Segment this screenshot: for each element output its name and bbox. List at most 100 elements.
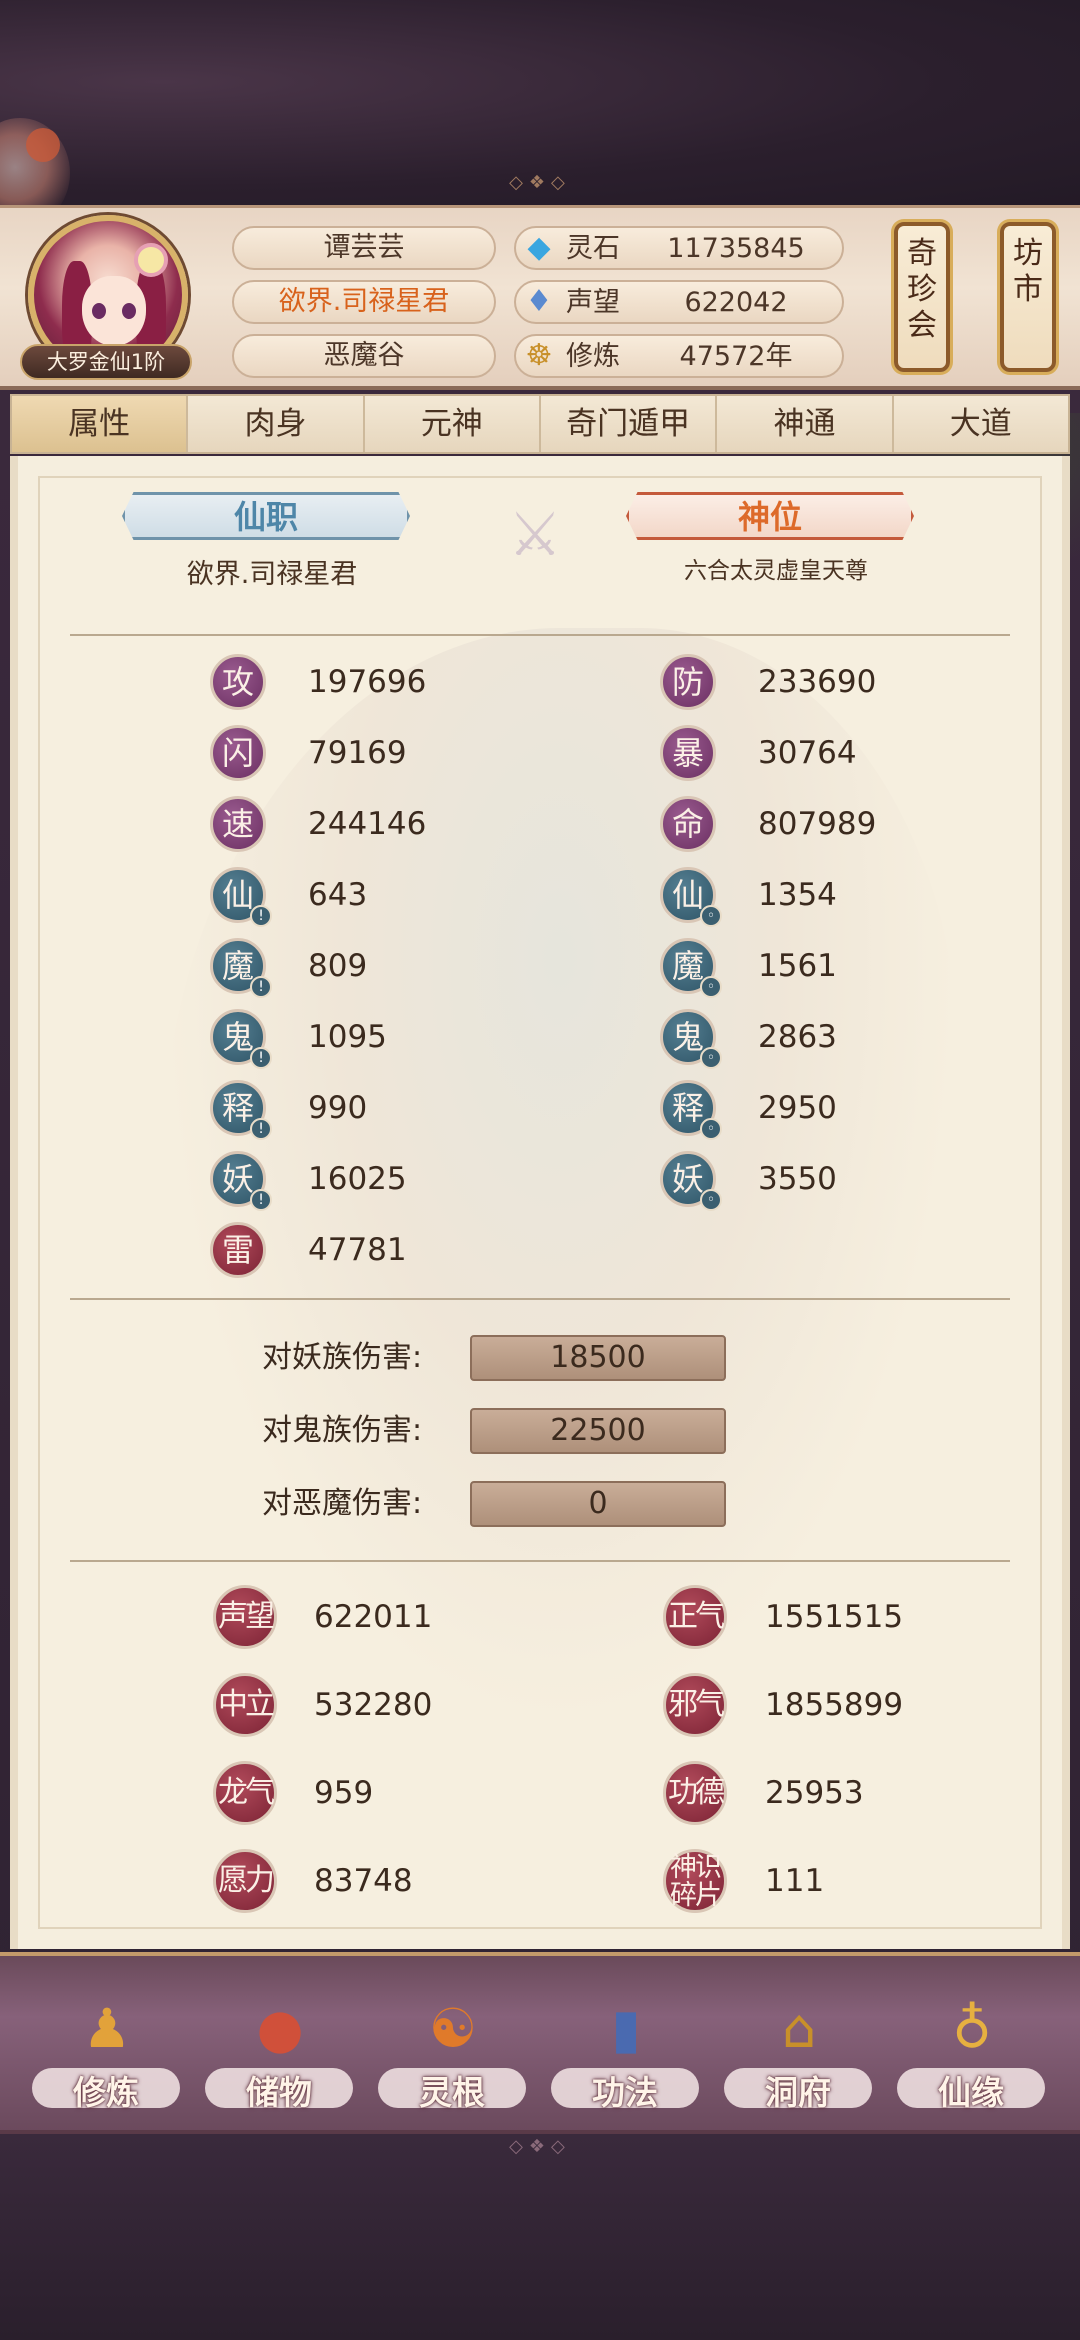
- nav-cultivate[interactable]: ♟ 修炼: [26, 1980, 186, 2130]
- stat-badge-left: 闪: [210, 725, 266, 781]
- floating-menu-dot: [26, 128, 60, 162]
- prestige-icon: ♦: [525, 284, 553, 319]
- player-title: 欲界.司禄星君: [232, 280, 496, 324]
- divider: [70, 1560, 1010, 1562]
- reputation-badge-left: 声望: [213, 1585, 277, 1649]
- reputation-value-left: 532280: [314, 1687, 433, 1723]
- attack-marker-icon: !: [250, 905, 272, 927]
- attributes-panel: [10, 456, 1070, 1949]
- defense-marker-icon: ◦: [700, 1047, 722, 1069]
- defense-marker-icon: ◦: [700, 1118, 722, 1140]
- damage-value-devil: 0: [470, 1481, 726, 1527]
- nav-cave[interactable]: ⌂ 洞府: [718, 1980, 878, 2130]
- tab-abilities[interactable]: 神通: [717, 396, 894, 452]
- reputation-value-right: 25953: [765, 1775, 864, 1811]
- reputation-badge-right: 正气: [663, 1585, 727, 1649]
- defense-marker-icon: ◦: [700, 1189, 722, 1211]
- stat-value-left: 47781: [308, 1232, 407, 1268]
- market-button[interactable]: 坊市: [1000, 222, 1056, 372]
- stat-badge-left: 速: [210, 796, 266, 852]
- damage-label-demon-race: 对妖族伤害:: [262, 1340, 423, 1375]
- damage-label-devil: 对恶魔伤害:: [262, 1486, 423, 1521]
- reputation-value-left: 622011: [314, 1599, 433, 1635]
- attack-marker-icon: !: [250, 1118, 272, 1140]
- cave-dwelling-icon: ⌂: [781, 1997, 817, 2060]
- stat-badge-right: 命: [660, 796, 716, 852]
- resource-cultivation: ☸ 修炼 47572年: [514, 334, 844, 378]
- hair-flower-icon: [134, 243, 168, 277]
- stat-value-left: 79169: [308, 735, 407, 771]
- nav-storage[interactable]: ● 储物: [199, 1980, 359, 2130]
- divider: [70, 1298, 1010, 1300]
- stat-value-left: 16025: [308, 1161, 407, 1197]
- spirit-stone-icon: ◆: [527, 230, 551, 265]
- reputation-value-left: 959: [314, 1775, 374, 1811]
- stat-badge-right: 防: [660, 654, 716, 710]
- bottom-ornament: ◇❖◇: [509, 2136, 571, 2157]
- immortal-post-banner: 仙职: [122, 492, 410, 540]
- stat-badge-left: 雷: [210, 1222, 266, 1278]
- tab-body[interactable]: 肉身: [188, 396, 365, 452]
- reputation-badge-right: 邪气: [663, 1673, 727, 1737]
- tab-spirit[interactable]: 元神: [365, 396, 541, 452]
- tab-qimen[interactable]: 奇门遁甲: [541, 396, 718, 452]
- reputation-badge-right: 神识碎片: [663, 1849, 727, 1913]
- attack-marker-icon: !: [250, 1047, 272, 1069]
- stat-value-left: 197696: [308, 664, 427, 700]
- nav-fate[interactable]: ♁ 仙缘: [891, 1980, 1051, 2130]
- treasure-fair-button[interactable]: 奇珍会: [894, 222, 950, 372]
- storage-bag-icon: ●: [256, 1997, 304, 2060]
- stat-value-right: 807989: [758, 806, 877, 842]
- damage-label-ghost-race: 对鬼族伤害:: [262, 1413, 423, 1448]
- damage-value-ghost-race: 22500: [470, 1408, 726, 1454]
- stat-value-right: 30764: [758, 735, 857, 771]
- stat-value-left: 244146: [308, 806, 427, 842]
- damage-value-demon-race: 18500: [470, 1335, 726, 1381]
- player-sect: 恶魔谷: [232, 334, 496, 378]
- stat-badge-right: 暴: [660, 725, 716, 781]
- reputation-value-left: 83748: [314, 1863, 413, 1899]
- header-ornament: ◇❖◇: [509, 172, 571, 193]
- defense-marker-icon: ◦: [700, 905, 722, 927]
- tab-bar: 属性 肉身 元神 奇门遁甲 神通 大道: [10, 394, 1070, 454]
- crossed-swords-icon: ⚔: [508, 500, 562, 570]
- bottom-backdrop: [0, 2134, 1080, 2340]
- resource-spirit-stone: ◆ 灵石 11735845: [514, 226, 844, 270]
- immortal-post-value: 欲界.司禄星君: [186, 559, 358, 590]
- attack-marker-icon: !: [250, 1189, 272, 1211]
- nav-technique[interactable]: ▮ 功法: [545, 1980, 705, 2130]
- nav-spirit-root[interactable]: ☯ 灵根: [372, 1980, 532, 2130]
- stat-badge-left: 攻: [210, 654, 266, 710]
- reputation-badge-left: 中立: [213, 1673, 277, 1737]
- divine-seat-value: 六合太灵虚皇天尊: [684, 558, 868, 584]
- stat-value-left: 809: [308, 948, 368, 984]
- attack-marker-icon: !: [250, 976, 272, 998]
- cultivation-icon: ☸: [525, 338, 553, 373]
- reputation-badge-left: 愿力: [213, 1849, 277, 1913]
- stat-value-right: 1561: [758, 948, 837, 984]
- reputation-value-right: 1855899: [765, 1687, 904, 1723]
- player-name: 谭芸芸: [232, 226, 496, 270]
- gourd-icon: ♁: [952, 1997, 992, 2060]
- tab-dao[interactable]: 大道: [894, 396, 1068, 452]
- stat-value-left: 990: [308, 1090, 368, 1126]
- stat-value-left: 1095: [308, 1019, 387, 1055]
- reputation-badge-right: 功德: [663, 1761, 727, 1825]
- character-illustration: [160, 628, 960, 1728]
- stat-value-right: 3550: [758, 1161, 837, 1197]
- rank-badge: 大罗金仙1阶: [20, 344, 192, 380]
- stat-value-right: 1354: [758, 877, 837, 913]
- cultivation-figure-icon: ♟: [82, 1997, 132, 2060]
- divider: [70, 634, 1010, 636]
- stat-value-left: 643: [308, 877, 368, 913]
- stat-value-right: 2950: [758, 1090, 837, 1126]
- spirit-root-icon: ☯: [428, 1997, 478, 2060]
- tab-attributes[interactable]: 属性: [12, 396, 189, 452]
- stat-value-right: 233690: [758, 664, 877, 700]
- reputation-badge-left: 龙气: [213, 1761, 277, 1825]
- reputation-value-right: 111: [765, 1863, 825, 1899]
- resource-prestige: ♦ 声望 622042: [514, 280, 844, 324]
- technique-book-icon: ▮: [611, 1997, 641, 2060]
- divine-seat-banner: 神位: [626, 492, 914, 540]
- defense-marker-icon: ◦: [700, 976, 722, 998]
